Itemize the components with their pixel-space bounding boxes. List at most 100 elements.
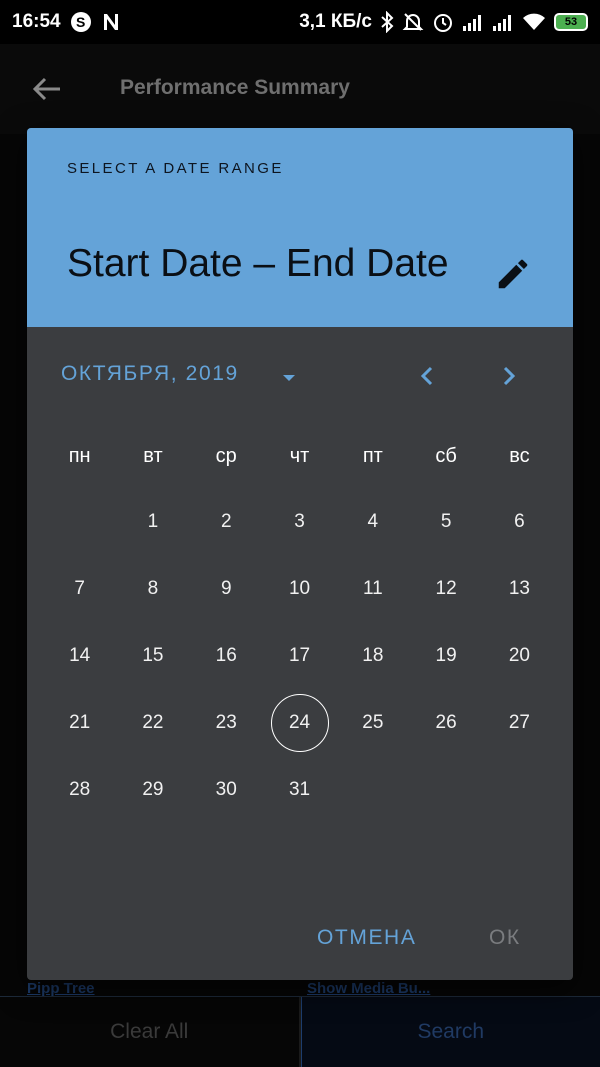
day-number: 12 — [435, 577, 457, 599]
day-number: 29 — [142, 778, 164, 800]
day-cell[interactable]: 23 — [190, 689, 263, 756]
day-cell[interactable]: 22 — [116, 689, 189, 756]
day-number: 25 — [362, 711, 384, 733]
day-cell[interactable]: 4 — [336, 488, 409, 555]
day-cell[interactable]: 21 — [43, 689, 116, 756]
day-cell[interactable]: 26 — [409, 689, 482, 756]
day-number: 2 — [220, 510, 232, 532]
day-cell[interactable]: 28 — [43, 756, 116, 823]
dialog-actions: ОТМЕНА ОК — [27, 918, 573, 962]
day-cell[interactable]: 1 — [116, 488, 189, 555]
day-number: 27 — [508, 711, 530, 733]
cancel-button[interactable]: ОТМЕНА — [317, 926, 416, 950]
weekday-label: вс — [509, 445, 530, 467]
calendar-day-grid: 1 2 3 4 5 6 7 8 9 10 11 12 13 14 15 16 17 18 19 20 21 22 23 24 2… — [43, 488, 556, 823]
day-cell[interactable]: 6 — [483, 488, 556, 555]
day-number: 24 — [270, 693, 329, 752]
day-number: 30 — [215, 778, 237, 800]
day-number: 20 — [508, 644, 530, 666]
day-cell[interactable]: 15 — [116, 622, 189, 689]
weekday-label: ср — [215, 445, 237, 467]
weekday-header: пн вт ср чт пт сб вс — [43, 438, 556, 474]
day-cell[interactable]: 29 — [116, 756, 189, 823]
day-cell[interactable]: 25 — [336, 689, 409, 756]
day-number: 4 — [367, 510, 379, 532]
day-cell[interactable]: 27 — [483, 689, 556, 756]
bottom-action-bar: Clear All Search — [0, 996, 600, 1067]
dialog-header: SELECT A DATE RANGE Start Date – End Dat… — [27, 128, 573, 327]
day-cell[interactable]: 3 — [263, 488, 336, 555]
weekday-label: вт — [143, 445, 163, 467]
day-number: 3 — [294, 510, 305, 532]
n-notification-icon — [101, 12, 121, 32]
day-number: 23 — [215, 711, 237, 733]
wifi-icon — [522, 13, 546, 31]
day-cell[interactable]: 8 — [116, 555, 189, 622]
day-number: 10 — [288, 577, 311, 599]
day-cell[interactable]: 30 — [190, 756, 263, 823]
day-number: 9 — [220, 577, 232, 599]
day-number: 28 — [69, 778, 91, 800]
dropdown-arrow-icon[interactable] — [277, 366, 301, 390]
weekday-label: чт — [289, 445, 310, 467]
day-number: 31 — [288, 778, 311, 800]
weekday-label: пн — [68, 445, 91, 467]
day-cell[interactable]: 11 — [336, 555, 409, 622]
mute-icon — [402, 11, 424, 33]
day-number: 7 — [74, 577, 85, 599]
day-cell[interactable]: 20 — [483, 622, 556, 689]
day-number: 5 — [440, 510, 452, 532]
day-number: 11 — [362, 577, 383, 599]
day-number: 14 — [69, 644, 91, 666]
day-cell[interactable]: 5 — [409, 488, 482, 555]
day-number: 17 — [288, 644, 311, 666]
clear-all-button: Clear All — [0, 997, 301, 1067]
app-bar: Performance Summary — [0, 44, 600, 134]
network-speed: 3,1 КБ/с — [299, 11, 372, 32]
page-title: Performance Summary — [120, 76, 350, 99]
day-number: 18 — [362, 644, 384, 666]
day-number: 26 — [435, 711, 457, 733]
day-cell[interactable]: 18 — [336, 622, 409, 689]
battery-icon: 53 — [554, 13, 588, 31]
bluetooth-icon — [380, 11, 394, 33]
day-number: 1 — [147, 510, 159, 532]
day-cell[interactable]: 9 — [190, 555, 263, 622]
day-cell[interactable]: 10 — [263, 555, 336, 622]
day-number: 19 — [435, 644, 457, 666]
day-cell[interactable]: 14 — [43, 622, 116, 689]
signal-icon — [462, 13, 484, 31]
date-range-text: Start Date – End Date — [67, 242, 449, 285]
day-cell[interactable]: 31 — [263, 756, 336, 823]
day-cell[interactable]: 7 — [43, 555, 116, 622]
day-number: 15 — [142, 644, 164, 666]
month-navigation: ОКТЯБРЯ, 2019 — [27, 352, 573, 400]
alarm-icon — [432, 11, 454, 33]
day-number — [51, 493, 109, 551]
day-number: 6 — [514, 510, 525, 532]
chevron-left-icon[interactable] — [412, 360, 444, 392]
day-number: 8 — [147, 577, 159, 599]
weekday-label: пт — [362, 445, 383, 467]
day-cell[interactable]: 2 — [190, 488, 263, 555]
battery-level: 53 — [564, 16, 578, 28]
chevron-right-icon[interactable] — [492, 360, 524, 392]
edit-pencil-icon[interactable] — [494, 255, 532, 293]
month-year-selector[interactable]: ОКТЯБРЯ, 2019 — [61, 362, 239, 386]
search-button: Search — [300, 997, 600, 1067]
signal-icon — [492, 13, 514, 31]
help-text: SELECT A DATE RANGE — [67, 160, 284, 177]
back-arrow-icon[interactable] — [30, 72, 64, 106]
today-day-cell[interactable]: 24 — [263, 689, 336, 756]
day-number: 22 — [142, 711, 164, 733]
day-cell[interactable]: 19 — [409, 622, 482, 689]
day-cell[interactable]: 16 — [190, 622, 263, 689]
day-cell[interactable]: 12 — [409, 555, 482, 622]
day-cell[interactable]: 17 — [263, 622, 336, 689]
ok-button[interactable]: ОК — [489, 926, 521, 950]
day-number: 13 — [508, 577, 530, 599]
show-media-link: Show Media Bu... — [307, 980, 431, 997]
empty-day-cell — [43, 488, 116, 555]
skype-icon: S — [70, 12, 91, 32]
day-cell[interactable]: 13 — [483, 555, 556, 622]
